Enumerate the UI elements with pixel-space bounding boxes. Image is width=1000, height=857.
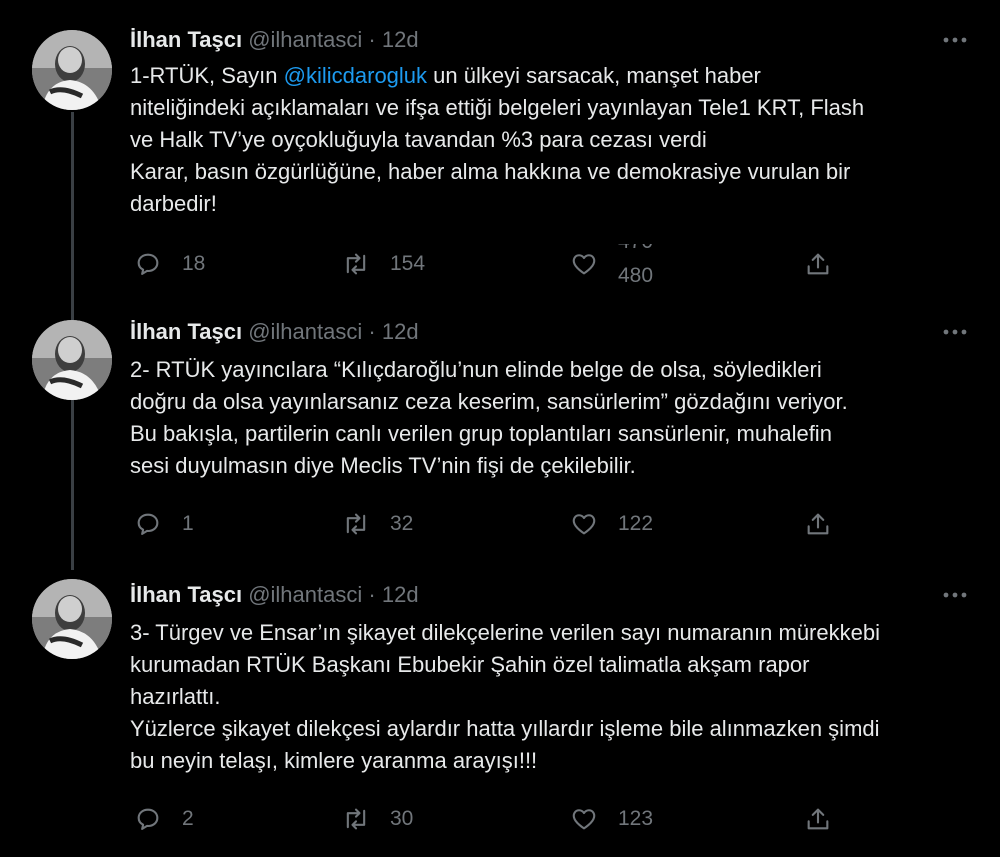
like-count: 122 (618, 512, 654, 535)
more-icon[interactable] (942, 322, 968, 342)
tweet-text-segment: 1-RTÜK, Sayın (130, 63, 284, 88)
retweet-icon (346, 808, 366, 830)
mention-link[interactable]: @kilicdarogluk (284, 63, 427, 88)
more-icon[interactable] (942, 30, 968, 50)
author-handle[interactable]: @ilhantasci (248, 582, 362, 607)
tweet-text-segment: un ülkeyi sarsacak, manşet haber (427, 63, 761, 88)
tweet-header: İlhan Taşcı @ilhantasci · 12d (130, 579, 419, 611)
heart-icon (572, 809, 596, 830)
tweet-line: sesi duyulmasın diye Meclis TV’nin fişi … (130, 453, 636, 478)
retweet-button[interactable]: 32 (342, 504, 413, 544)
tweet-line: niteliğindeki açıklamaları ve ifşa ettiğ… (130, 95, 865, 120)
retweet-button[interactable]: 30 (342, 799, 413, 839)
reply-button[interactable]: 1 (134, 504, 194, 544)
reply-count: 2 (182, 807, 194, 830)
tweet-line: 3- Türgev ve Ensar’ın şikayet dilekçeler… (130, 620, 880, 645)
reply-count: 18 (182, 252, 206, 275)
tweet-timestamp[interactable]: 12d (382, 582, 419, 607)
author-name[interactable]: İlhan Taşcı (130, 582, 242, 607)
tweet-actions: 18 154 470 480 (130, 244, 850, 284)
share-button[interactable] (804, 504, 852, 544)
separator-dot: · (368, 582, 376, 607)
tweet-header: İlhan Taşcı @ilhantasci · 12d (130, 316, 419, 348)
retweet-count: 30 (390, 807, 414, 830)
tweet-actions: 2 30 123 (130, 799, 850, 839)
tweet-header: İlhan Taşcı @ilhantasci · 12d (130, 24, 419, 56)
tweet-line: hazırlattı. (130, 684, 221, 709)
tweet-line: darbedir! (130, 191, 217, 216)
tweet-line: 2- RTÜK yayıncılara “Kılıçdaroğlu’nun el… (130, 357, 822, 382)
avatar[interactable] (32, 320, 112, 400)
tweet-line: bu neyin telaşı, kimlere yaranma arayışı… (130, 748, 538, 773)
separator-dot: · (368, 319, 376, 344)
tweet-text: 3- Türgev ve Ensar’ın şikayet dilekçeler… (130, 617, 970, 777)
author-handle[interactable]: @ilhantasci (248, 319, 362, 344)
reply-button[interactable]: 18 (134, 244, 205, 284)
more-icon[interactable] (942, 585, 968, 605)
tweet-timestamp[interactable]: 12d (382, 319, 419, 344)
like-button[interactable]: 122 (570, 504, 653, 544)
tweet-line: Karar, basın özgürlüğüne, haber alma hak… (130, 159, 851, 184)
reply-icon (137, 808, 159, 830)
author-name[interactable]: İlhan Taşcı (130, 319, 242, 344)
tweet-line: ve Halk TV’ye oyçokluğuyla tavandan %3 p… (130, 127, 707, 152)
retweet-button[interactable]: 154 (342, 244, 425, 284)
avatar[interactable] (32, 30, 112, 110)
share-button[interactable] (804, 244, 852, 284)
heart-icon (572, 514, 596, 535)
like-count-next: 480 (618, 264, 654, 284)
tweet-line: Bu bakışla, partilerin canlı verilen gru… (130, 421, 832, 446)
tweet-text: 2- RTÜK yayıncılara “Kılıçdaroğlu’nun el… (130, 354, 970, 482)
tweet-timestamp[interactable]: 12d (382, 27, 419, 52)
tweet-line: kurumadan RTÜK Başkanı Ebubekir Şahin öz… (130, 652, 810, 677)
reply-button[interactable]: 2 (134, 799, 194, 839)
author-handle[interactable]: @ilhantasci (248, 27, 362, 52)
tweet-line: doğru da olsa yayınlarsanız ceza keserim… (130, 389, 848, 414)
like-count-previous: 470 (618, 244, 653, 254)
reply-count: 1 (182, 512, 194, 535)
reply-icon (137, 253, 159, 275)
share-icon (807, 808, 829, 830)
retweet-icon (346, 253, 366, 275)
like-button[interactable]: 123 (570, 799, 653, 839)
tweet-line: Yüzlerce şikayet dilekçesi aylardır hatt… (130, 716, 880, 741)
tweet-line: 1-RTÜK, Sayın @kilicdarogluk un ülkeyi s… (130, 60, 970, 92)
tweet-text: 1-RTÜK, Sayın @kilicdarogluk un ülkeyi s… (130, 60, 970, 220)
avatar[interactable] (32, 579, 112, 659)
reply-icon (137, 513, 159, 535)
like-count: 123 (618, 807, 654, 830)
retweet-count: 32 (390, 512, 414, 535)
share-icon (807, 513, 829, 535)
heart-icon (572, 254, 596, 275)
like-button[interactable]: 470 480 (570, 244, 658, 284)
share-icon (807, 253, 829, 275)
like-count-rolling: 470 480 (618, 244, 658, 284)
author-name[interactable]: İlhan Taşcı (130, 27, 242, 52)
share-button[interactable] (804, 799, 852, 839)
retweet-count: 154 (390, 252, 426, 275)
separator-dot: · (368, 27, 376, 52)
retweet-icon (346, 513, 366, 535)
tweet-actions: 1 32 122 (130, 504, 850, 544)
